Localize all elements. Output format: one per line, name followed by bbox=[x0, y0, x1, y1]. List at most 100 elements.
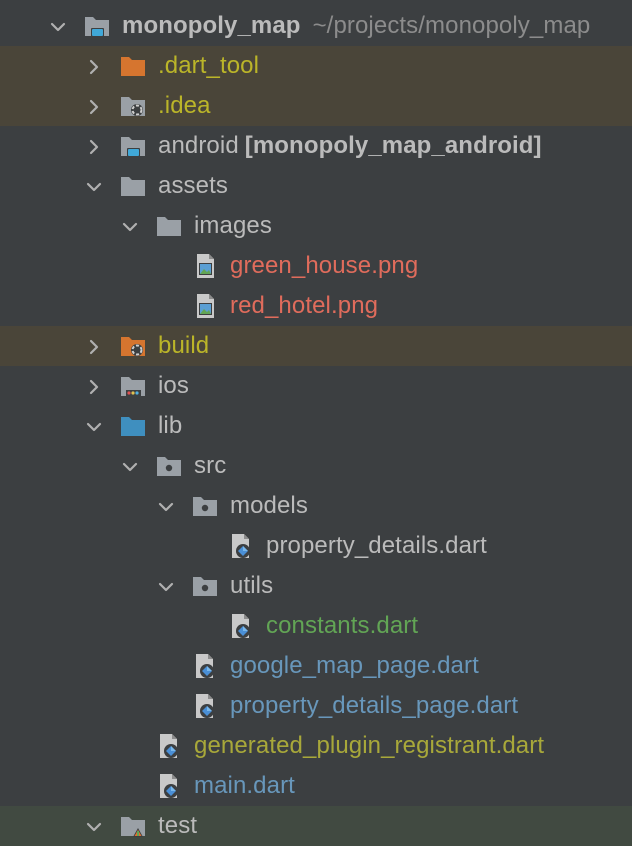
dart-file-icon bbox=[156, 733, 182, 759]
tree-row[interactable]: generated_plugin_registrant.dart bbox=[0, 726, 632, 766]
item-name: android bbox=[158, 132, 239, 159]
tree-item-label: lib bbox=[158, 406, 182, 446]
item-name: src bbox=[194, 452, 227, 479]
tree-row[interactable]: android [monopoly_map_android] bbox=[0, 126, 632, 166]
tree-item-label: images bbox=[194, 206, 272, 246]
tree-row[interactable]: .idea bbox=[0, 86, 632, 126]
item-name: .dart_tool bbox=[158, 52, 260, 79]
tree-row[interactable]: constants.dart bbox=[0, 606, 632, 646]
item-name: build bbox=[158, 332, 210, 359]
tree-row[interactable]: ios bbox=[0, 366, 632, 406]
item-name: monopoly_map bbox=[122, 12, 301, 39]
module-folder-icon bbox=[84, 13, 110, 39]
tree-item-label: assets bbox=[158, 166, 228, 206]
folder-icon bbox=[156, 213, 182, 239]
project-tree: monopoly_map ~/projects/monopoly_map .dart… bbox=[0, 0, 632, 846]
item-name: models bbox=[230, 492, 308, 519]
item-name: utils bbox=[230, 572, 274, 599]
project-path: ~/projects/monopoly_map bbox=[312, 12, 591, 39]
dart-file-icon bbox=[192, 653, 218, 679]
tree-item-label: .dart_tool bbox=[158, 46, 259, 86]
chevron-right-icon[interactable] bbox=[84, 136, 104, 156]
chevron-down-icon[interactable] bbox=[156, 576, 176, 596]
item-name: google_map_page.dart bbox=[230, 652, 479, 679]
tree-item-label: red_hotel.png bbox=[230, 286, 378, 326]
tree-item-label: green_house.png bbox=[230, 246, 418, 286]
tree-item-label: google_map_page.dart bbox=[230, 646, 479, 686]
tree-row[interactable]: models bbox=[0, 486, 632, 526]
chevron-down-icon[interactable] bbox=[84, 416, 104, 436]
item-name: ios bbox=[158, 372, 189, 399]
dart-file-icon bbox=[228, 533, 254, 559]
tree-row[interactable]: green_house.png bbox=[0, 246, 632, 286]
chevron-right-icon[interactable] bbox=[84, 56, 104, 76]
item-name: generated_plugin_registrant.dart bbox=[194, 732, 545, 759]
item-name: property_details_page.dart bbox=[230, 692, 519, 719]
tree-row[interactable]: red_hotel.png bbox=[0, 286, 632, 326]
tree-row[interactable]: src bbox=[0, 446, 632, 486]
tree-row[interactable]: .dart_tool bbox=[0, 46, 632, 86]
chevron-down-icon[interactable] bbox=[156, 496, 176, 516]
module-name: [monopoly_map_android] bbox=[244, 132, 542, 159]
chevron-right-icon[interactable] bbox=[84, 96, 104, 116]
excluded-folder-icon bbox=[120, 53, 146, 79]
tree-item-label: android [monopoly_map_android] bbox=[158, 126, 542, 166]
item-name: images bbox=[194, 212, 272, 239]
tree-row[interactable]: assets bbox=[0, 166, 632, 206]
tree-row[interactable]: property_details_page.dart bbox=[0, 686, 632, 726]
tree-item-label: test bbox=[158, 806, 197, 846]
tree-item-label: property_details.dart bbox=[266, 526, 487, 566]
tree-item-label: build bbox=[158, 326, 209, 366]
ios-folder-icon bbox=[120, 373, 146, 399]
dart-file-icon bbox=[228, 613, 254, 639]
tree-item-label: monopoly_map ~/projects/monopoly_map bbox=[122, 6, 590, 46]
tree-item-label: ios bbox=[158, 366, 189, 406]
tree-item-label: main.dart bbox=[194, 766, 295, 806]
tree-item-label: .idea bbox=[158, 86, 211, 126]
item-name: assets bbox=[158, 172, 228, 199]
tree-row[interactable]: main.dart bbox=[0, 766, 632, 806]
tree-item-label: utils bbox=[230, 566, 273, 606]
folder-icon bbox=[120, 173, 146, 199]
dart-file-icon bbox=[192, 693, 218, 719]
test-folder-icon bbox=[120, 813, 146, 839]
tree-row[interactable]: google_map_page.dart bbox=[0, 646, 632, 686]
tree-row[interactable]: monopoly_map ~/projects/monopoly_map bbox=[0, 6, 632, 46]
image-file-icon bbox=[192, 293, 218, 319]
item-name: red_hotel.png bbox=[230, 292, 379, 319]
module-folder-icon bbox=[120, 133, 146, 159]
chevron-down-icon[interactable] bbox=[84, 176, 104, 196]
item-name: property_details.dart bbox=[266, 532, 487, 559]
tree-item-label: property_details_page.dart bbox=[230, 686, 518, 726]
tree-item-label: src bbox=[194, 446, 226, 486]
chevron-right-icon[interactable] bbox=[84, 336, 104, 356]
tree-row[interactable]: utils bbox=[0, 566, 632, 606]
item-name: main.dart bbox=[194, 772, 295, 799]
tree-item-label: models bbox=[230, 486, 308, 526]
item-name: green_house.png bbox=[230, 252, 419, 279]
tree-row[interactable]: test bbox=[0, 806, 632, 846]
chevron-down-icon[interactable] bbox=[120, 216, 140, 236]
chevron-down-icon[interactable] bbox=[48, 16, 68, 36]
idea-folder-icon bbox=[120, 93, 146, 119]
build-folder-icon bbox=[120, 333, 146, 359]
chevron-down-icon[interactable] bbox=[120, 456, 140, 476]
image-file-icon bbox=[192, 253, 218, 279]
source-folder-icon bbox=[120, 413, 146, 439]
tree-item-label: generated_plugin_registrant.dart bbox=[194, 726, 544, 766]
package-folder-icon bbox=[156, 453, 182, 479]
item-name: test bbox=[158, 812, 198, 839]
chevron-down-icon[interactable] bbox=[84, 816, 104, 836]
package-folder-icon bbox=[192, 573, 218, 599]
item-name: .idea bbox=[158, 92, 211, 119]
item-name: constants.dart bbox=[266, 612, 419, 639]
tree-row[interactable]: lib bbox=[0, 406, 632, 446]
tree-row[interactable]: images bbox=[0, 206, 632, 246]
dart-file-icon bbox=[156, 773, 182, 799]
tree-row[interactable]: build bbox=[0, 326, 632, 366]
tree-row[interactable]: property_details.dart bbox=[0, 526, 632, 566]
item-name: lib bbox=[158, 412, 183, 439]
tree-item-label: constants.dart bbox=[266, 606, 418, 646]
chevron-right-icon[interactable] bbox=[84, 376, 104, 396]
package-folder-icon bbox=[192, 493, 218, 519]
